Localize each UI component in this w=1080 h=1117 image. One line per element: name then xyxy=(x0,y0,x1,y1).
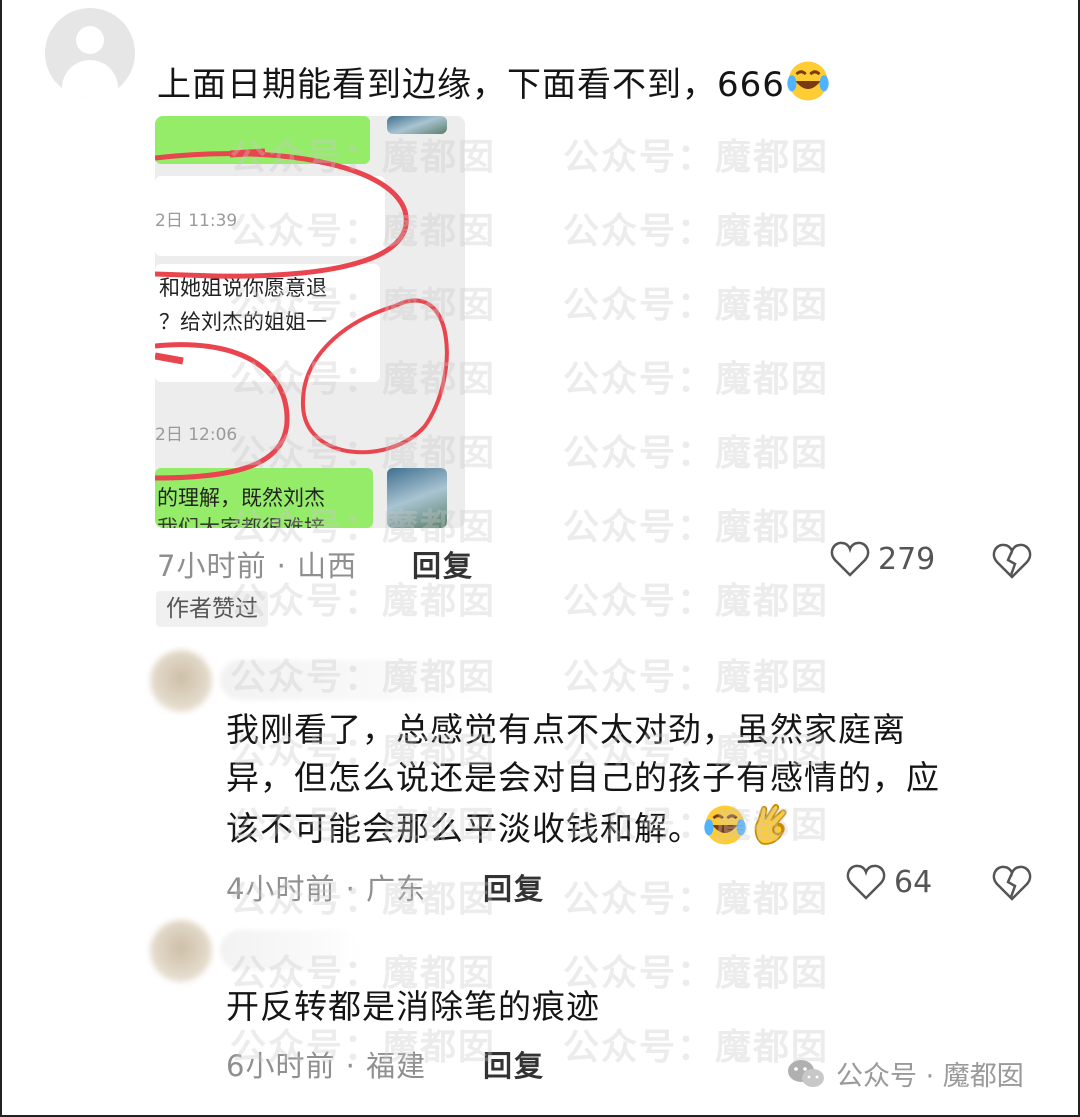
ok-hand-emoji xyxy=(754,804,787,845)
like-count: 279 xyxy=(878,541,936,577)
reply-button[interactable]: 回复 xyxy=(483,866,545,908)
heart-icon xyxy=(830,541,870,577)
chat-screenshot-image[interactable]: 2日 11:39 和她姐说你愿意退 ？给刘杰的姐姐一 2日 12:06 的理解，… xyxy=(155,116,465,528)
comment-3-text: 开反转都是消除笔的痕迹 xyxy=(226,987,600,1026)
username-blurred xyxy=(220,930,360,970)
reply-button[interactable]: 回复 xyxy=(483,1043,545,1085)
comment-2-meta: 4小时前 · 广东 xyxy=(226,872,427,906)
laughing-tears-emoji xyxy=(704,805,746,845)
like-button[interactable]: 64 xyxy=(846,863,932,901)
user-avatar[interactable] xyxy=(150,650,212,712)
author-liked-badge: 作者赞过 xyxy=(156,591,268,627)
comment-1-meta: 7小时前 · 山西 xyxy=(157,549,358,583)
comment-1-text: 上面日期能看到边缘，下面看不到，666 xyxy=(157,58,831,109)
source-watermark: 公众号 · 魔都囡 xyxy=(786,1054,1024,1093)
like-count: 64 xyxy=(894,864,933,900)
laughing-tears-emoji xyxy=(787,61,829,101)
reply-button[interactable]: 回复 xyxy=(412,543,474,585)
heart-icon xyxy=(846,864,886,900)
like-button[interactable]: 279 xyxy=(830,540,935,578)
username-blurred xyxy=(220,660,480,700)
red-marker-annotations xyxy=(155,148,449,481)
broken-heart-icon[interactable] xyxy=(992,542,1032,580)
wechat-icon xyxy=(788,1059,824,1087)
comment-2-text: 我刚看了，总感觉有点不太对劲，虽然家庭离 异，但怎么说还是会对自己的孩子有感情的… xyxy=(226,710,940,848)
user-avatar[interactable] xyxy=(45,8,135,98)
broken-heart-icon[interactable] xyxy=(992,864,1032,902)
user-avatar[interactable] xyxy=(150,920,212,982)
comment-3-meta: 6小时前 · 福建 xyxy=(226,1049,427,1083)
